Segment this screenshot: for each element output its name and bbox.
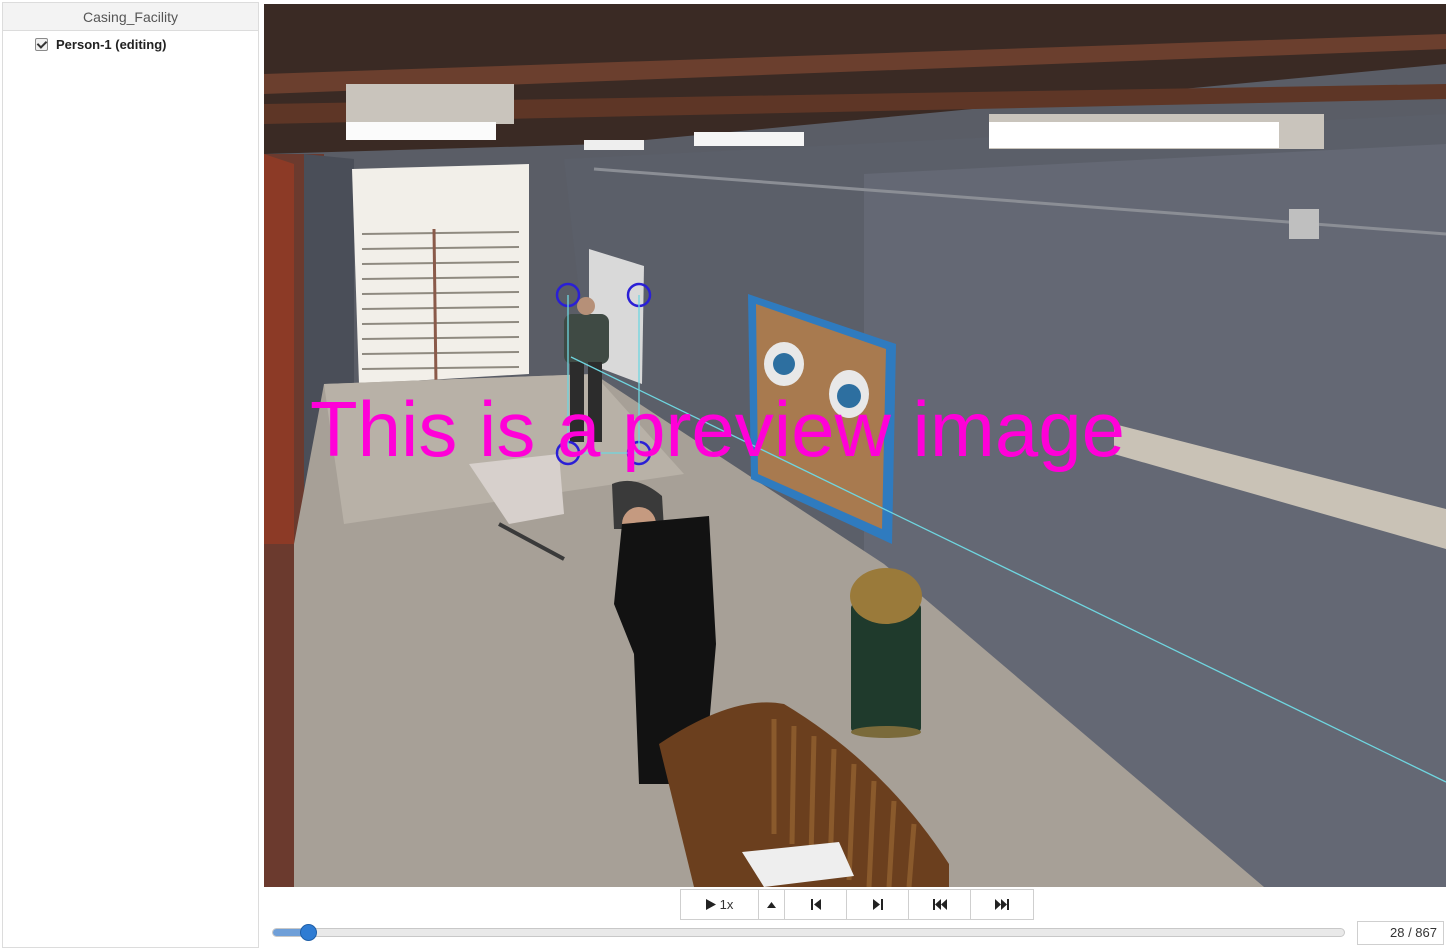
preview-watermark: This is a preview image [310,385,1125,473]
skip-to-end-button[interactable] [971,890,1033,919]
playback-speed-label: 1x [719,897,734,912]
skip-to-start-button[interactable] [909,890,971,919]
step-forward-button[interactable] [847,890,909,919]
skip-to-start-icon [932,899,947,910]
track-sidebar: Casing_Facility Person-1 (editing) [2,2,259,948]
step-back-button[interactable] [785,890,847,919]
speed-up-button[interactable] [759,890,785,919]
caret-up-icon [767,901,776,908]
sidebar-title: Casing_Facility [3,3,258,31]
track-label: Person-1 (editing) [56,36,167,52]
timeline-handle[interactable] [299,924,317,941]
skip-to-end-icon [995,899,1009,910]
frame-counter[interactable]: 28 / 867 [1357,921,1444,945]
video-viewer[interactable]: This is a preview image [264,4,1446,887]
track-visibility-checkbox[interactable] [35,37,48,51]
annotation-app: Casing_Facility Person-1 (editing) This … [0,0,1450,951]
step-forward-icon [872,899,883,910]
playback-controls: 1x [680,889,1034,920]
step-back-icon [810,899,821,910]
play-button[interactable]: 1x [681,890,759,919]
play-icon [705,899,716,910]
timeline-slider[interactable] [272,924,1345,941]
track-item-person-1[interactable]: Person-1 (editing) [3,32,258,56]
